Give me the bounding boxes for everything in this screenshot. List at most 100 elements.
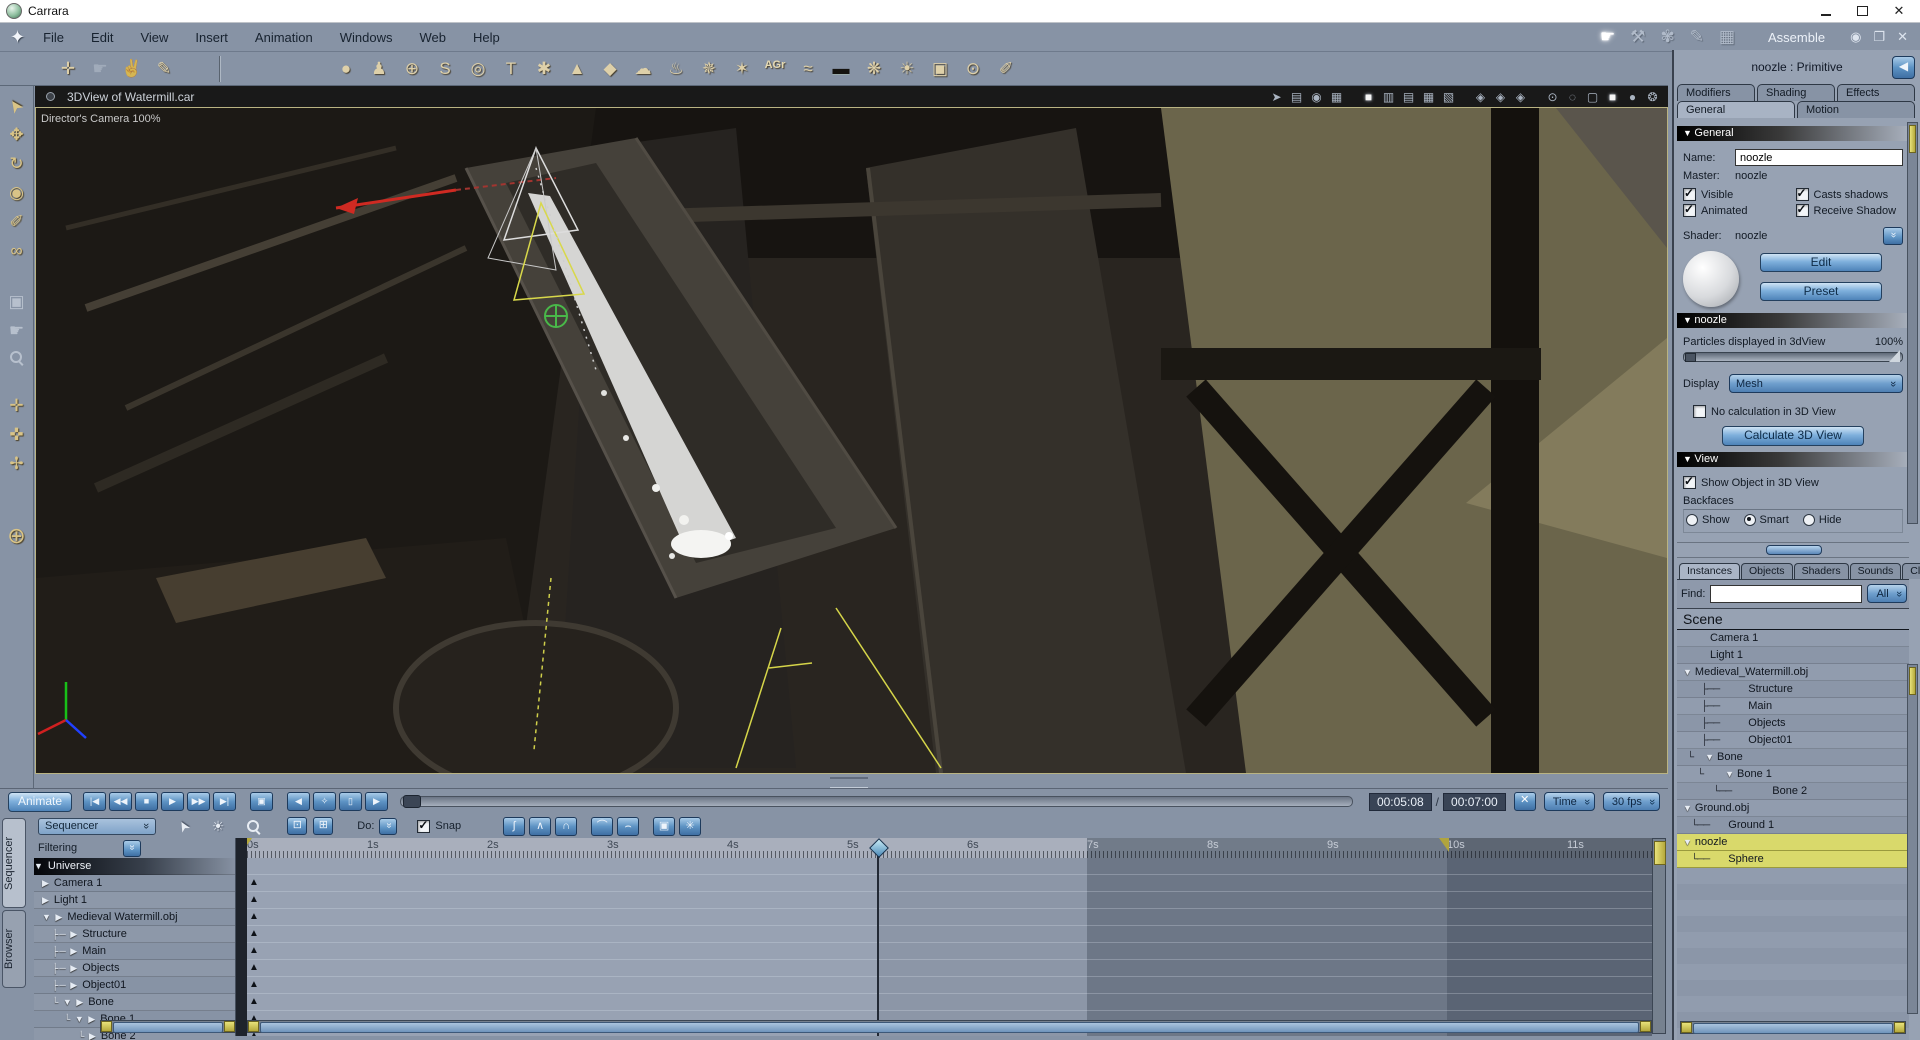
- zoom-tool-icon[interactable]: [9, 350, 24, 365]
- tweener-smooth-button[interactable]: ∩: [555, 816, 578, 836]
- timeline-lane[interactable]: [247, 892, 1652, 909]
- timeline-tree-row[interactable]: ▶ Light 1: [34, 892, 235, 909]
- tree-expand-icon[interactable]: └ ▼ ▶: [64, 1014, 96, 1025]
- infinite-plane-tool-icon[interactable]: ▬: [828, 59, 854, 79]
- sequencer-mode-dropdown[interactable]: Sequencer»: [38, 817, 156, 835]
- scale-keyframes-button[interactable]: ⊞: [313, 817, 334, 835]
- find-filter-dropdown[interactable]: All »: [1867, 584, 1907, 603]
- light-tool-icon[interactable]: ☀: [894, 59, 920, 79]
- plant-tool-icon[interactable]: ❋: [861, 59, 887, 79]
- cloud-tool-icon[interactable]: ☁: [630, 59, 656, 79]
- tweener-ease-in-button[interactable]: ⌒: [591, 816, 614, 836]
- scrollbar-cap[interactable]: [1894, 1022, 1905, 1033]
- quality-bounding-icon[interactable]: ◈: [1473, 90, 1488, 104]
- pan-camera-tool-icon[interactable]: ✜: [9, 425, 23, 445]
- scrollbar-cap[interactable]: [1640, 1021, 1651, 1032]
- browser-tab[interactable]: Sounds: [1849, 563, 1902, 579]
- timeline-tree-row[interactable]: ▼ Universe: [34, 858, 235, 875]
- camera-view-tool-icon[interactable]: ▣: [8, 292, 24, 312]
- section-general[interactable]: General: [1677, 126, 1909, 141]
- tree-expand-icon[interactable]: ▼: [1683, 667, 1692, 677]
- scene-tree-row[interactable]: └── Ground 1: [1677, 817, 1909, 834]
- preset-shader-button[interactable]: Preset: [1760, 282, 1882, 301]
- select-tool-icon[interactable]: ➤: [4, 94, 29, 118]
- scrollbar-thumb[interactable]: [1909, 667, 1916, 695]
- tree-expand-icon[interactable]: ▶: [42, 878, 50, 889]
- scene-tree-row[interactable]: └── Sphere: [1677, 851, 1909, 868]
- tweener-linear-button[interactable]: ∧: [529, 816, 552, 836]
- next-keyframe-button[interactable]: ▶: [365, 792, 388, 811]
- timeline-lane[interactable]: [247, 994, 1652, 1011]
- keyframe-marker[interactable]: [249, 996, 259, 1008]
- scene-tree-row[interactable]: └ ▼ Bone: [1677, 749, 1909, 766]
- wireframe-cube-icon[interactable]: ▢: [1585, 90, 1600, 104]
- menu-item[interactable]: Insert: [195, 30, 228, 45]
- target-helper-tool-icon[interactable]: ⊙: [960, 59, 986, 79]
- 3d-scene[interactable]: [35, 107, 1668, 796]
- menu-item[interactable]: Animation: [255, 30, 313, 45]
- layout-single-icon[interactable]: ■: [1361, 90, 1376, 104]
- vertex-object-tool-icon[interactable]: ♟: [366, 59, 392, 79]
- calculate-3d-view-button[interactable]: Calculate 3D View: [1722, 426, 1864, 446]
- timeline-ruler[interactable]: 0s 1s 2s 3s 4s 5s 6s 7s 8s 9s 10s 11s: [247, 838, 1652, 859]
- flat-sphere-icon[interactable]: ●: [1625, 90, 1640, 104]
- scrollbar-cap[interactable]: [101, 1021, 112, 1032]
- edit-shader-button[interactable]: Edit: [1760, 253, 1882, 272]
- keyframe-marker[interactable]: [249, 962, 259, 974]
- time-scrubber[interactable]: [400, 795, 1353, 808]
- timeline-lane[interactable]: [247, 909, 1652, 926]
- textured-sphere-icon[interactable]: ❂: [1645, 90, 1660, 104]
- model-room-icon[interactable]: ⚒: [1630, 27, 1645, 47]
- timeline-tree-row[interactable]: ├─ ▶ Object01: [34, 977, 235, 994]
- display-dropdown[interactable]: Mesh »: [1729, 374, 1903, 393]
- section-noozle[interactable]: noozle: [1677, 313, 1909, 328]
- visible-checkbox[interactable]: [1683, 186, 1696, 201]
- tweener-ease-out-button[interactable]: ⌢: [617, 816, 640, 836]
- show-object-checkbox[interactable]: [1683, 474, 1696, 489]
- splitter-pill[interactable]: [1766, 545, 1822, 555]
- animated-checkbox[interactable]: [1683, 202, 1696, 217]
- panel-splitter[interactable]: [1677, 542, 1909, 558]
- go-end-button[interactable]: ▶|: [213, 792, 236, 811]
- scene-end-marker[interactable]: [1439, 838, 1449, 852]
- tree-expand-icon[interactable]: └ ▶: [78, 1031, 97, 1040]
- rewind-button[interactable]: ◀◀: [109, 792, 132, 811]
- timeline-tree-row[interactable]: ├─ ▶ Objects: [34, 960, 235, 977]
- backface-radio[interactable]: Hide: [1802, 514, 1842, 526]
- add-keyframe-button[interactable]: ✧: [313, 792, 336, 811]
- scene-tree-row[interactable]: ▼ Ground.obj: [1677, 800, 1909, 817]
- layout-three-icon[interactable]: ▧: [1441, 90, 1456, 104]
- timeline-lane[interactable]: [247, 858, 1652, 875]
- scrollbar-thumb[interactable]: [1909, 125, 1916, 153]
- scene-tree-row[interactable]: ├── Main: [1677, 698, 1909, 715]
- keyframe-marker[interactable]: [249, 894, 259, 906]
- browser-tab[interactable]: Shaders: [1793, 563, 1849, 579]
- scrollbar-thumb[interactable]: [260, 1022, 1639, 1033]
- backface-radio[interactable]: Smart: [1743, 514, 1789, 526]
- anything-grows-tool-icon[interactable]: AGr: [762, 59, 788, 79]
- tree-expand-icon[interactable]: ▼: [1683, 803, 1692, 813]
- menu-item[interactable]: View: [140, 30, 168, 45]
- radio-dot[interactable]: [1686, 514, 1698, 526]
- timeline-tree-row[interactable]: ▶ Camera 1: [34, 875, 235, 892]
- find-input[interactable]: [1710, 584, 1863, 603]
- timeline-lane[interactable]: [247, 960, 1652, 977]
- tree-expand-icon[interactable]: ├─ ▶: [52, 963, 78, 974]
- sequencer-pointer-icon[interactable]: ➤: [174, 817, 195, 835]
- layout-split-h-icon[interactable]: ▥: [1381, 90, 1396, 104]
- tree-expand-icon[interactable]: ├─ ▶: [52, 980, 78, 991]
- pan-hand-tool-icon[interactable]: ☛: [9, 321, 24, 341]
- scene-tree-row[interactable]: └── Bone 2: [1677, 783, 1909, 800]
- assemble-room-icon[interactable]: ☛: [1600, 27, 1615, 47]
- track-horizontal-scrollbar[interactable]: [247, 1020, 1652, 1033]
- texture-room-icon[interactable]: ✾: [1660, 27, 1674, 47]
- menu-item[interactable]: Windows: [340, 30, 393, 45]
- previous-keyframe-button[interactable]: ◀: [287, 792, 310, 811]
- browser-tab[interactable]: Objects: [1740, 563, 1793, 579]
- viewport-collapse-icon[interactable]: [46, 92, 55, 101]
- shaded-cube-icon[interactable]: ■: [1605, 90, 1620, 104]
- geodesic-tool-icon[interactable]: ⊕: [399, 59, 425, 79]
- fast-forward-button[interactable]: ▶▶: [187, 792, 210, 811]
- scene-tree-row[interactable]: ▼ Medieval_Watermill.obj: [1677, 664, 1909, 681]
- render-room-icon[interactable]: ✎: [1690, 27, 1704, 47]
